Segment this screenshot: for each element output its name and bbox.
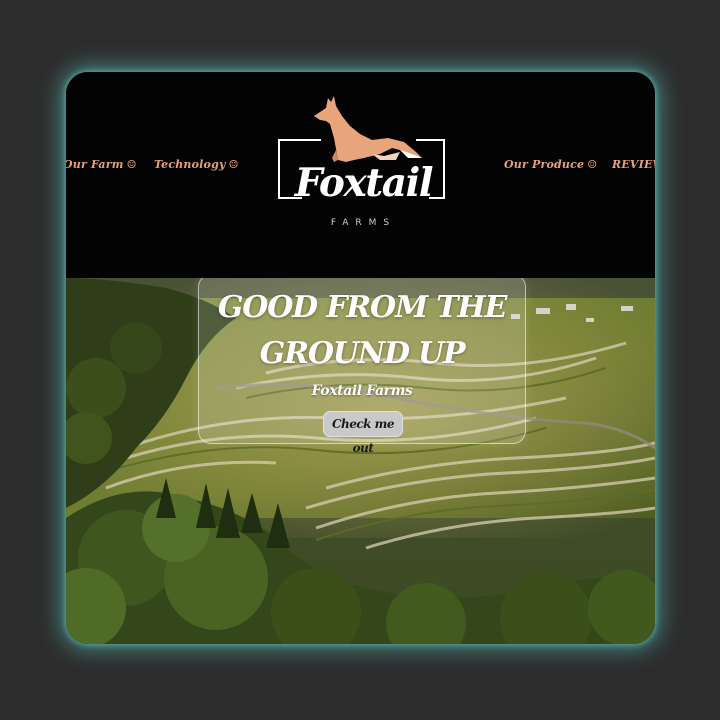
logo-subtitle: FARMS (330, 218, 397, 228)
nav-item-reviews[interactable]: REVIEWS (612, 158, 655, 171)
nav-item-reviews-label: REVIEWS (612, 158, 655, 171)
smile-icon: ☺ (228, 158, 239, 171)
nav-item-technology-label: Technology (154, 158, 226, 171)
logo-title: Foxtail (294, 160, 434, 206)
hero-headline-line2: GROUND UP (259, 336, 466, 371)
hero-subtitle: Foxtail Farms (311, 383, 413, 399)
nav-item-our-farm-label: Our Farm (66, 158, 124, 171)
nav-item-our-farm[interactable]: Our Farm ☺ (66, 158, 137, 171)
hero-headline: GOOD FROM THE GROUND UP (199, 285, 525, 377)
smile-icon: ☺ (126, 158, 137, 171)
site-logo[interactable]: Foxtail FARMS (276, 94, 451, 234)
hero-headline-line1: GOOD FROM THE (217, 290, 507, 325)
hero-image: GOOD FROM THE GROUND UP Foxtail Farms Ch… (66, 278, 655, 644)
site-header: Our Farm ☺ Technology ☺ Foxtail FARMS Our … (66, 72, 655, 278)
check-me-out-button[interactable]: Check me out (323, 411, 403, 455)
nav-item-technology[interactable]: Technology ☺ (154, 158, 239, 171)
nav-item-our-produce-label: Our Produce (504, 158, 585, 171)
browser-frame: Our Farm ☺ Technology ☺ Foxtail FARMS Our … (66, 72, 655, 644)
nav-item-our-produce[interactable]: Our Produce ☺ (504, 158, 597, 171)
hero-glass-card: GOOD FROM THE GROUND UP Foxtail Farms Ch… (198, 278, 526, 455)
smile-icon: ☺ (587, 158, 598, 171)
